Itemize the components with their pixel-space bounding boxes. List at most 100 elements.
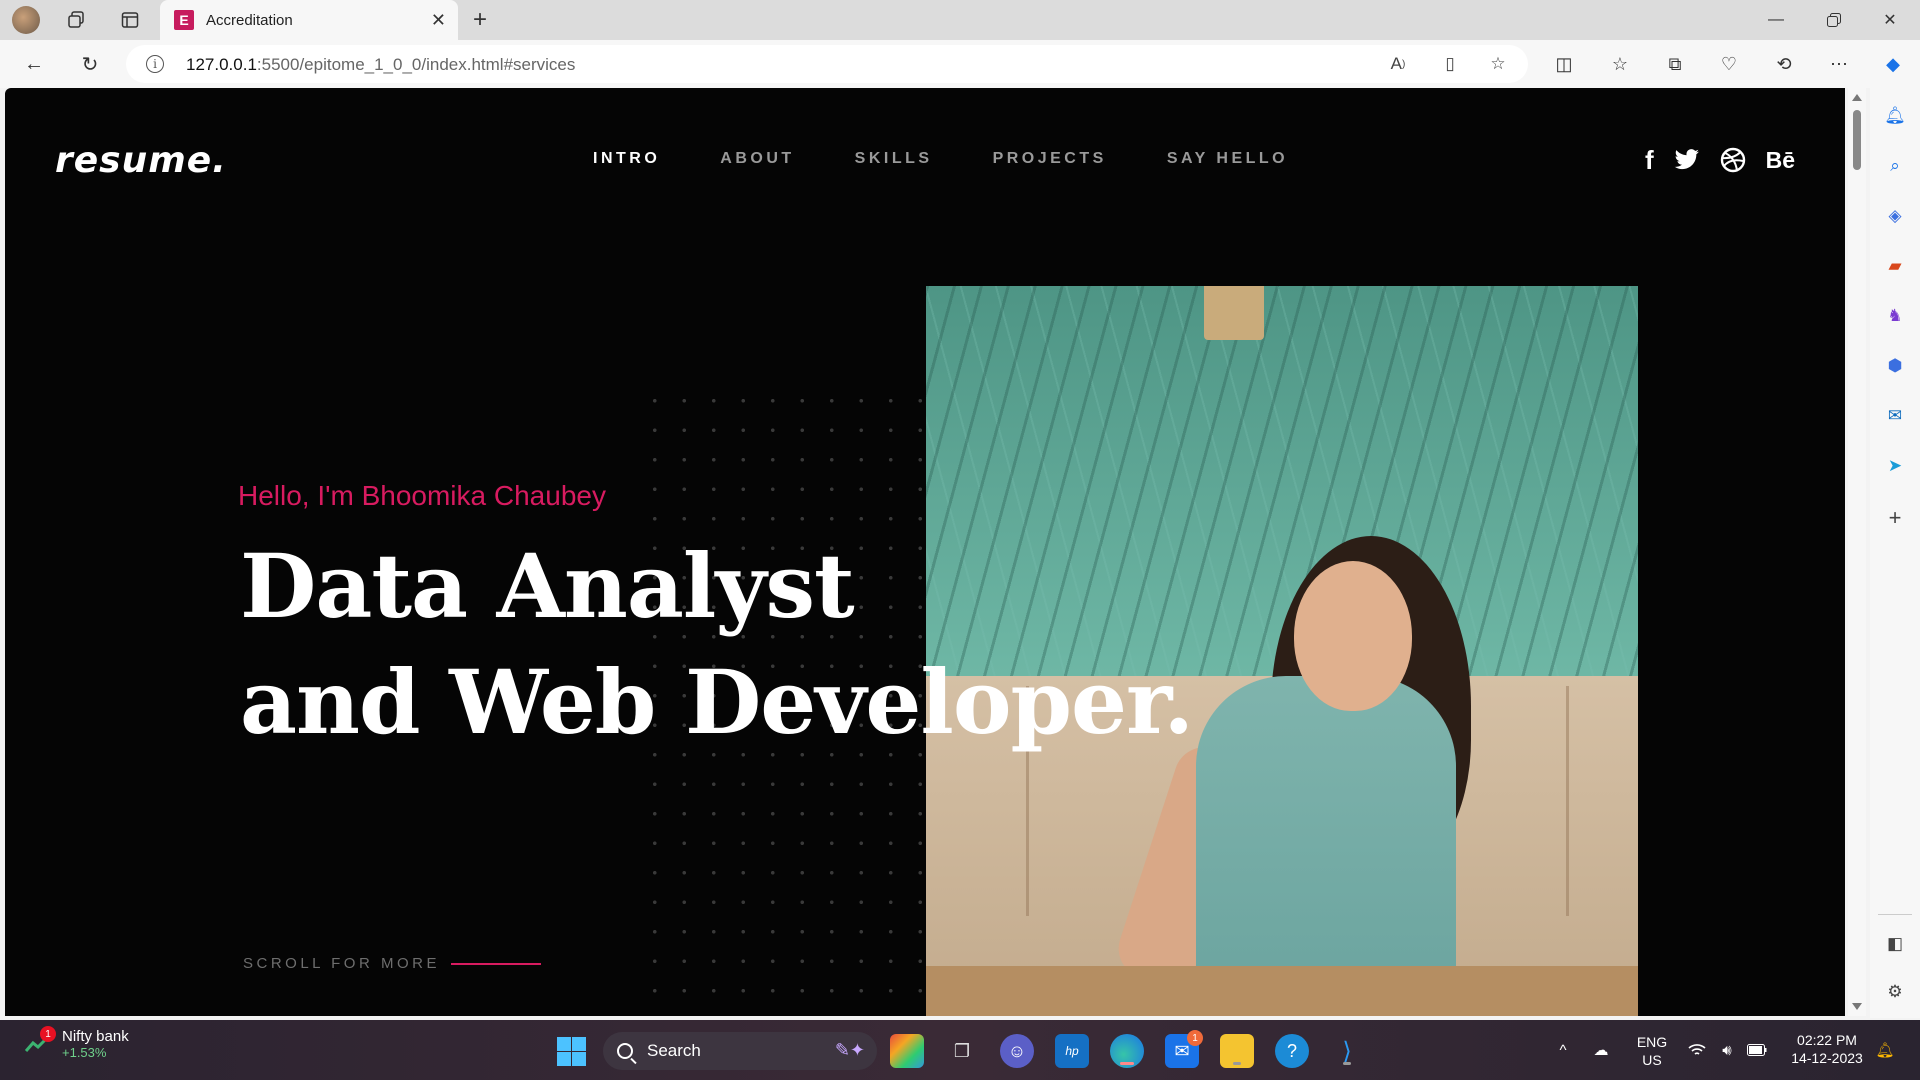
notifications-bell-icon[interactable]: 🔔︎: [1881, 102, 1909, 130]
profile-avatar[interactable]: [12, 6, 40, 34]
close-window-icon[interactable]: ✕: [1870, 6, 1910, 34]
nav-projects[interactable]: PROJECTS: [993, 150, 1107, 168]
favorite-star-icon[interactable]: ☆: [1484, 51, 1512, 77]
vscode-icon[interactable]: ⟩: [1330, 1034, 1364, 1068]
edge-browser-icon[interactable]: [1110, 1034, 1144, 1068]
widget-badge: 1: [40, 1026, 56, 1042]
sidebar-settings-gear-icon[interactable]: ⚙: [1881, 978, 1909, 1006]
tab-favicon-icon: E: [174, 10, 194, 30]
url-host: 127.0.0.1: [186, 55, 257, 74]
myhp-app-icon[interactable]: hp: [1055, 1034, 1089, 1068]
immersive-reader-icon[interactable]: ▯: [1436, 51, 1464, 77]
stock-widget[interactable]: 1 Nifty bank +1.53%: [24, 1026, 129, 1060]
running-indicator: [1343, 1062, 1351, 1065]
hero-greeting: Hello, I'm Bhoomika Chaubey: [238, 480, 606, 511]
dribbble-icon[interactable]: [1720, 146, 1746, 174]
language-indicator[interactable]: ENG US: [1630, 1033, 1674, 1069]
minimize-icon[interactable]: —: [1756, 6, 1796, 34]
hide-sidebar-icon[interactable]: ◧: [1881, 930, 1909, 958]
scroll-down-arrow-icon[interactable]: [1852, 1003, 1862, 1010]
photo-dress: [1196, 676, 1456, 1016]
webpage-viewport: resume. INTRO ABOUT SKILLS PROJECTS SAY …: [5, 88, 1845, 1016]
close-tab-icon[interactable]: ✕: [431, 10, 446, 31]
clock-date: 14-12-2023: [1791, 1050, 1863, 1066]
scroll-up-arrow-icon[interactable]: [1852, 94, 1862, 101]
tab-title: Accreditation: [206, 11, 293, 29]
new-tab-icon[interactable]: +: [466, 6, 494, 34]
address-bar[interactable]: i 127.0.0.1:5500/epitome_1_0_0/index.htm…: [126, 45, 1528, 83]
browser-titlebar: E Accreditation ✕ + — ✕: [0, 0, 1920, 40]
search-label: Search: [647, 1041, 701, 1060]
edge-drop-icon[interactable]: ⟲: [1769, 50, 1799, 78]
photo-editor-app-icon[interactable]: [890, 1034, 924, 1068]
social-links: f Bē: [1645, 145, 1815, 175]
task-view-icon[interactable]: ❐: [945, 1034, 979, 1068]
hero-headline: Data Analyst and Web Developer.: [240, 528, 1194, 760]
read-aloud-icon[interactable]: A): [1384, 51, 1412, 77]
games-icon[interactable]: ♞: [1881, 302, 1909, 330]
clock-time: 02:22 PM: [1797, 1032, 1857, 1048]
microsoft-365-icon[interactable]: ⬢: [1881, 352, 1909, 380]
hero-headline-line-2: and Web Developer.: [240, 650, 1194, 754]
site-navigation: INTRO ABOUT SKILLS PROJECTS SAY HELLO: [593, 150, 1348, 168]
show-hidden-icons-chevron-icon[interactable]: ^: [1552, 1038, 1574, 1062]
collections-icon[interactable]: ⧉: [1660, 50, 1690, 78]
browser-essentials-icon[interactable]: ♡: [1714, 50, 1744, 78]
split-screen-icon[interactable]: ◫: [1549, 50, 1579, 78]
clock[interactable]: 02:22 PM 14-12-2023: [1782, 1031, 1872, 1067]
copilot-icon[interactable]: ◆: [1878, 50, 1908, 78]
browser-toolbar: ← ↻ i 127.0.0.1:5500/epitome_1_0_0/index…: [0, 40, 1920, 88]
volume-icon[interactable]: 🔊︎: [1716, 1038, 1738, 1062]
site-logo[interactable]: resume.: [55, 140, 227, 181]
mail-badge: 1: [1187, 1030, 1203, 1046]
onedrive-cloud-icon[interactable]: ☁: [1590, 1038, 1612, 1062]
sidebar-search-icon[interactable]: ⌕: [1881, 152, 1909, 180]
photo-table: [926, 966, 1638, 1016]
url-text[interactable]: 127.0.0.1:5500/epitome_1_0_0/index.html#…: [186, 55, 575, 75]
notification-center-bell-icon[interactable]: 🔔︎: [1874, 1038, 1896, 1062]
workspaces-icon[interactable]: [62, 6, 90, 34]
behance-icon[interactable]: Bē: [1766, 146, 1795, 174]
nav-intro[interactable]: INTRO: [593, 150, 660, 168]
scroll-for-more-link[interactable]: SCROLL FOR MORE: [243, 955, 440, 972]
battery-icon[interactable]: [1746, 1038, 1768, 1062]
outlook-icon[interactable]: ✉: [1881, 402, 1909, 430]
widget-title: Nifty bank: [62, 1028, 129, 1045]
facebook-icon[interactable]: f: [1645, 145, 1654, 175]
language-line-2: US: [1642, 1052, 1662, 1068]
restore-icon[interactable]: [1814, 6, 1854, 34]
windows-start-icon[interactable]: [554, 1034, 588, 1068]
mail-app-icon[interactable]: ✉ 1: [1165, 1030, 1203, 1068]
add-sidebar-app-icon[interactable]: +: [1881, 504, 1909, 532]
file-explorer-icon[interactable]: [1220, 1034, 1254, 1068]
site-info-icon[interactable]: i: [146, 55, 164, 73]
nav-about[interactable]: ABOUT: [720, 150, 794, 168]
photo-face: [1294, 561, 1412, 711]
windows-taskbar: 1 Nifty bank +1.53% Search ✎✦ ❐ ☺ hp ✉ 1…: [0, 1020, 1920, 1080]
scroll-accent-line: [451, 963, 541, 965]
twitter-icon[interactable]: [1674, 146, 1700, 174]
url-path: :5500/epitome_1_0_0/index.html#services: [256, 55, 576, 74]
scroll-thumb[interactable]: [1853, 110, 1861, 170]
refresh-icon[interactable]: ↻: [74, 48, 106, 80]
more-menu-icon[interactable]: ⋯: [1824, 50, 1854, 78]
page-scrollbar[interactable]: [1848, 88, 1866, 1016]
shopping-tag-icon[interactable]: ◈: [1881, 202, 1909, 230]
language-line-1: ENG: [1636, 1034, 1668, 1050]
hero-headline-line-1: Data Analyst: [240, 534, 855, 638]
browser-tab-active[interactable]: E Accreditation ✕: [160, 0, 458, 40]
vertical-tabs-icon[interactable]: [116, 6, 144, 34]
running-indicator: [1233, 1062, 1241, 1065]
send-drop-icon[interactable]: ➤: [1881, 452, 1909, 480]
get-help-icon[interactable]: ?: [1275, 1034, 1309, 1068]
nav-say-hello[interactable]: SAY HELLO: [1167, 150, 1288, 168]
taskbar-search[interactable]: Search ✎✦: [603, 1032, 877, 1070]
search-icon: [617, 1043, 633, 1059]
nav-skills[interactable]: SKILLS: [855, 150, 933, 168]
wifi-icon[interactable]: [1686, 1038, 1708, 1062]
favorites-icon[interactable]: ☆: [1605, 50, 1635, 78]
teams-chat-icon[interactable]: ☺: [1000, 1034, 1034, 1068]
search-highlight-icon: ✎✦: [834, 1040, 865, 1060]
tools-toolbox-icon[interactable]: ▰: [1881, 252, 1909, 280]
back-arrow-icon[interactable]: ←: [18, 48, 50, 80]
